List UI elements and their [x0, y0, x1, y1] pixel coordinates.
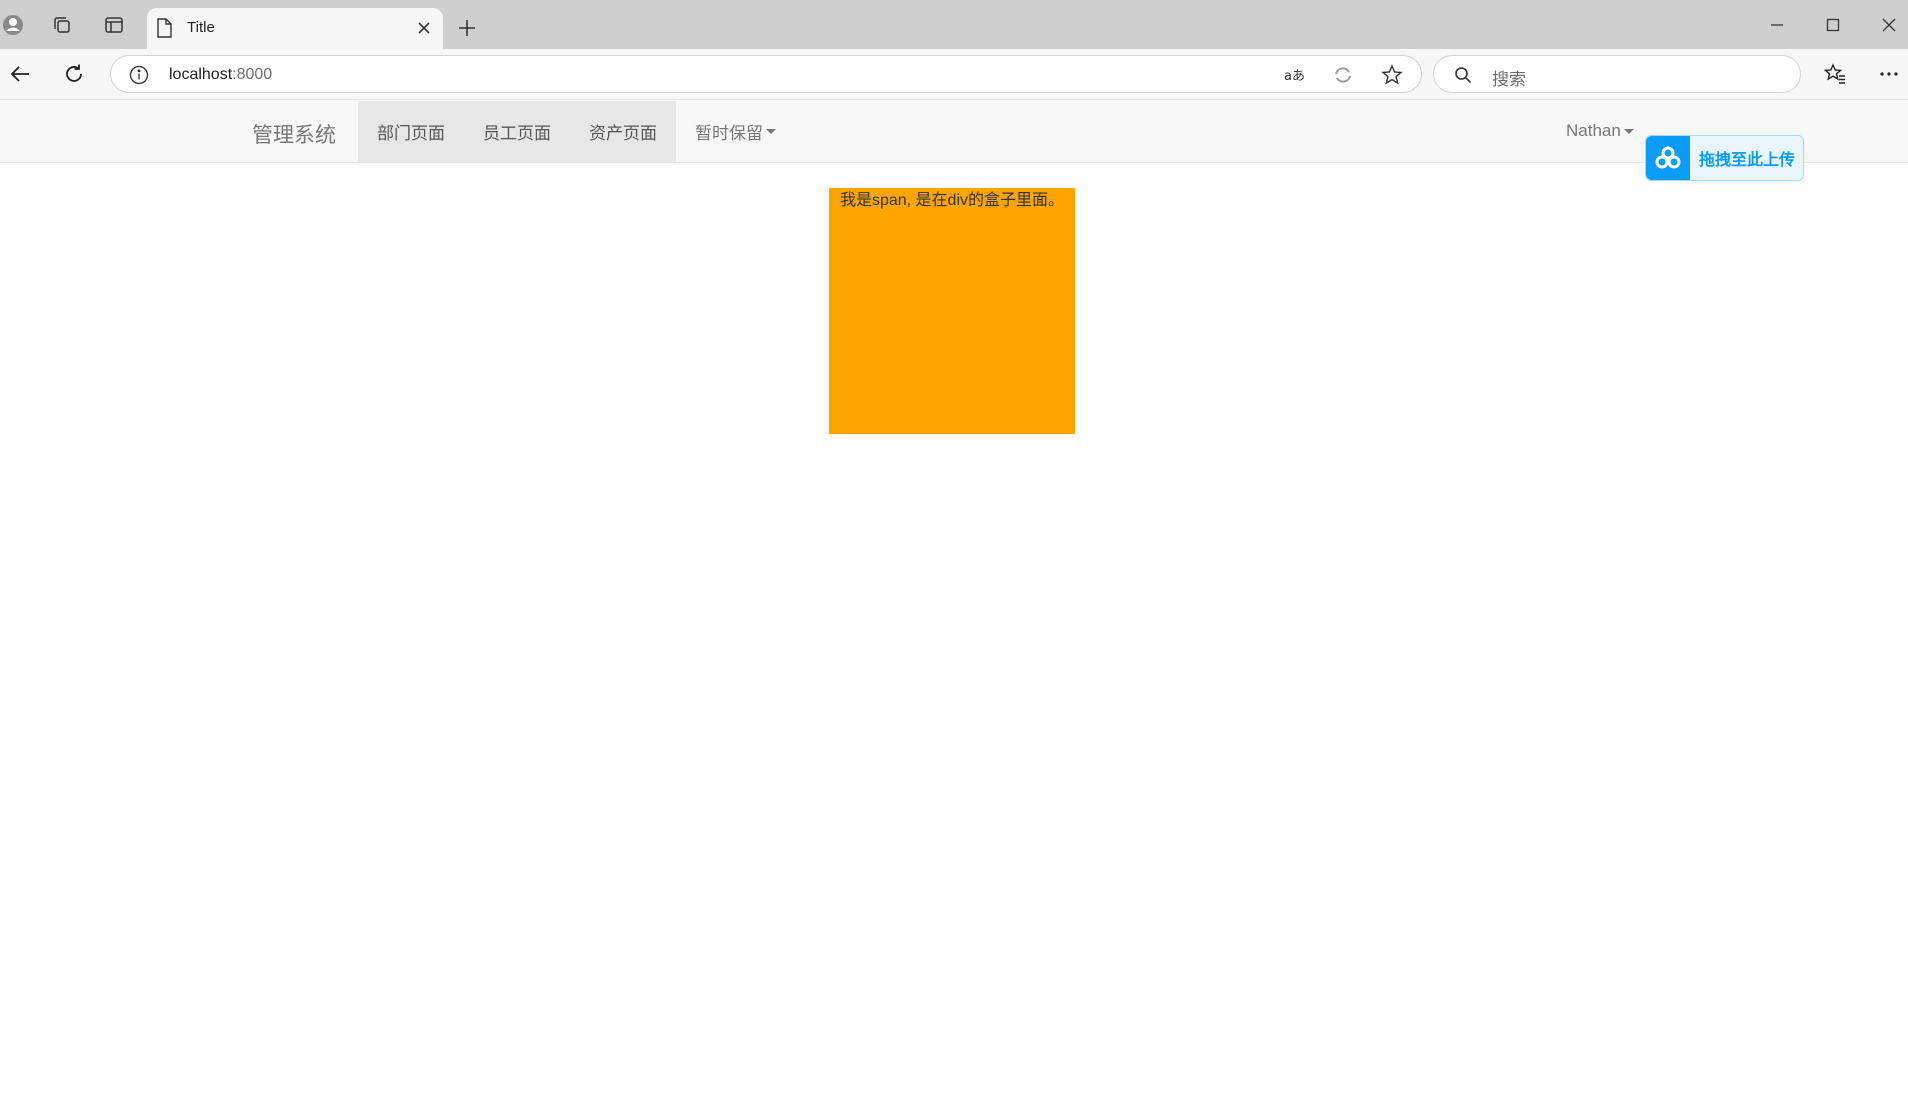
- search-icon: [1454, 66, 1472, 89]
- orange-div-box: 我是span, 是在div的盒子里面。: [829, 188, 1075, 434]
- search-placeholder: 搜索: [1492, 70, 1526, 89]
- maximize-icon[interactable]: [1822, 14, 1844, 36]
- document-icon: [155, 18, 173, 43]
- close-tab-icon[interactable]: [415, 19, 433, 37]
- nav-link-assets[interactable]: 资产页面: [570, 101, 676, 162]
- url-text: localhost:8000: [169, 66, 273, 83]
- minimize-icon[interactable]: [1766, 14, 1788, 36]
- favorites-icon[interactable]: [1822, 61, 1848, 87]
- reload-icon[interactable]: [61, 61, 87, 87]
- site-navbar: 管理系统 部门页面 员工页面 资产页面 暂时保留 Nathan: [0, 101, 1908, 163]
- cloud-drive-icon: [1646, 136, 1690, 180]
- address-bar[interactable]: localhost:8000 aあ: [110, 55, 1422, 93]
- more-menu-icon[interactable]: [1876, 61, 1902, 87]
- browser-title-bar: Title: [0, 0, 1908, 49]
- site-info-icon[interactable]: [129, 65, 149, 90]
- caret-down-icon: [766, 129, 776, 134]
- browser-toolbar: localhost:8000 aあ 搜索: [0, 49, 1908, 100]
- favorite-star-icon[interactable]: [1381, 64, 1403, 86]
- tab-actions-icon[interactable]: [103, 14, 125, 36]
- collections-icon[interactable]: [51, 14, 73, 36]
- user-dropdown[interactable]: Nathan: [1566, 121, 1634, 141]
- back-icon[interactable]: [7, 61, 33, 87]
- read-aloud-icon[interactable]: aあ: [1283, 64, 1305, 86]
- tab-label: Title: [187, 19, 215, 36]
- search-input[interactable]: 搜索: [1433, 55, 1801, 93]
- box-span-text: 我是span, 是在div的盒子里面。: [839, 192, 1065, 209]
- upload-label: 拖拽至此上传: [1699, 152, 1796, 169]
- nav-dropdown-reserved[interactable]: 暂时保留: [676, 101, 795, 162]
- svg-text:aあ: aあ: [1284, 69, 1305, 84]
- caret-down-icon: [1623, 128, 1634, 134]
- nav-link-department[interactable]: 部门页面: [358, 101, 464, 162]
- nav-links: 部门页面 员工页面 资产页面 暂时保留: [358, 101, 795, 162]
- nav-link-employee[interactable]: 员工页面: [464, 101, 570, 162]
- new-tab-icon[interactable]: [456, 17, 478, 39]
- refresh-badge-icon[interactable]: [1332, 64, 1354, 86]
- drag-upload-widget[interactable]: 拖拽至此上传: [1645, 135, 1804, 181]
- brand-link[interactable]: 管理系统: [252, 119, 336, 149]
- tab-title[interactable]: Title: [147, 8, 443, 49]
- close-window-icon[interactable]: [1878, 14, 1900, 36]
- profile-icon[interactable]: [2, 14, 24, 36]
